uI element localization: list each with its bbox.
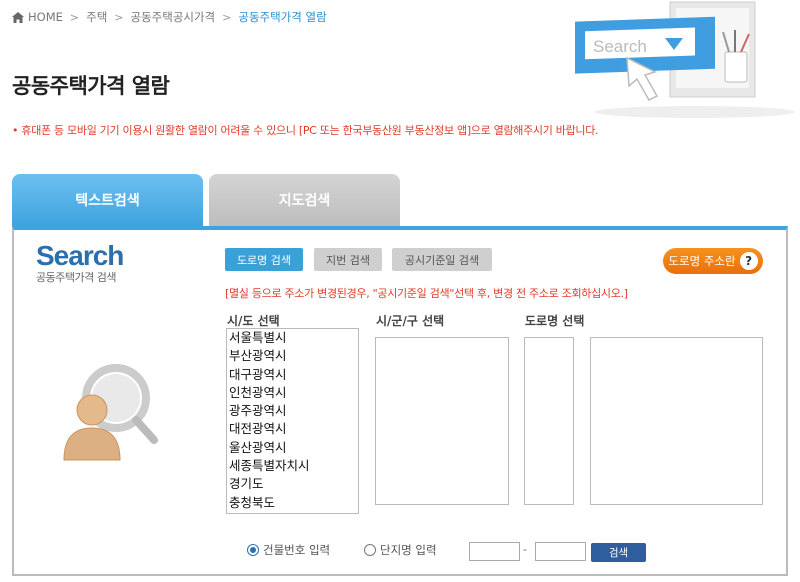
- road-search-button[interactable]: 도로명 검색: [225, 248, 303, 271]
- list-item[interactable]: 세종특별자치시: [227, 457, 358, 475]
- number-dash: -: [523, 543, 527, 556]
- search-logo-title: Search: [36, 240, 124, 271]
- date-search-button[interactable]: 공시기준일 검색: [392, 248, 492, 271]
- list-item[interactable]: 대전광역시: [227, 420, 358, 438]
- list-item[interactable]: 대구광역시: [227, 366, 358, 384]
- list-item[interactable]: 인천광역시: [227, 384, 358, 402]
- list-item[interactable]: 충청북도: [227, 494, 358, 512]
- breadcrumb-item-housing[interactable]: 주택: [86, 9, 107, 25]
- search-logo: Search 공동주택가격 검색: [36, 240, 124, 285]
- chevron-right-icon: >: [222, 10, 232, 24]
- sido-label: 시/도 선택: [227, 314, 280, 328]
- list-item[interactable]: 경기도: [227, 475, 358, 493]
- page-title: 공동주택가격 열람: [12, 74, 170, 98]
- complex-name-label: 단지명 입력: [380, 543, 437, 557]
- road-address-label: 도로명 주소란: [668, 254, 736, 268]
- help-icon: ?: [739, 252, 758, 270]
- road-label: 도로명 선택: [525, 314, 585, 328]
- breadcrumb-home[interactable]: HOME: [28, 10, 63, 24]
- jibun-search-button[interactable]: 지번 검색: [314, 248, 382, 271]
- list-item[interactable]: 광주광역시: [227, 402, 358, 420]
- breadcrumb-current: 공동주택가격 열람: [238, 10, 327, 24]
- complex-name-radio[interactable]: 단지명 입력: [364, 542, 437, 558]
- chevron-right-icon: >: [69, 10, 80, 24]
- road-initial-listbox[interactable]: [524, 337, 574, 505]
- address-change-hint: [멸실 등으로 주소가 변경된경우, "공시기준일 검색"선택 후, 변경 전 …: [225, 287, 628, 300]
- list-item[interactable]: 서울특별시: [227, 329, 358, 347]
- breadcrumb: HOME > 주택 > 공동주택공시가격 > 공동주택가격 열람: [12, 9, 327, 25]
- radio-unchecked-icon: [364, 544, 376, 556]
- sigungu-label: 시/군/구 선택: [376, 314, 445, 328]
- main-number-input[interactable]: [469, 542, 520, 561]
- road-name-listbox[interactable]: [590, 337, 763, 505]
- list-item[interactable]: 울산광역시: [227, 439, 358, 457]
- search-button[interactable]: 검색: [591, 543, 646, 562]
- svg-text:Search: Search: [593, 37, 647, 56]
- building-number-label: 건물번호 입력: [263, 543, 331, 557]
- person-magnifier-icon: [63, 364, 158, 461]
- tab-text-search[interactable]: 텍스트검색: [12, 174, 203, 226]
- radio-checked-icon: [247, 544, 259, 556]
- search-illustration: Search: [575, 1, 795, 118]
- mobile-notice: • 휴대폰 등 모바일 기기 이용시 원활한 열람이 어려울 수 있으니 [PC…: [12, 124, 599, 137]
- list-item[interactable]: 부산광역시: [227, 347, 358, 365]
- breadcrumb-item-price[interactable]: 공동주택공시가격: [131, 9, 216, 25]
- chevron-right-icon: >: [114, 10, 124, 24]
- tab-map-search[interactable]: 지도검색: [209, 174, 400, 226]
- search-panel: Search 공동주택가격 검색 도로명 검색 지번 검색 공시기준일 검색 도…: [12, 226, 788, 576]
- home-icon[interactable]: [12, 11, 24, 23]
- search-logo-subtitle: 공동주택가격 검색: [36, 271, 116, 284]
- road-address-button[interactable]: 도로명 주소란 ?: [663, 248, 763, 274]
- sido-listbox[interactable]: 서울특별시 부산광역시 대구광역시 인천광역시 광주광역시 대전광역시 울산광역…: [226, 328, 359, 514]
- sub-number-input[interactable]: [535, 542, 586, 561]
- sigungu-listbox[interactable]: [375, 337, 509, 505]
- building-number-radio[interactable]: 건물번호 입력: [247, 542, 330, 558]
